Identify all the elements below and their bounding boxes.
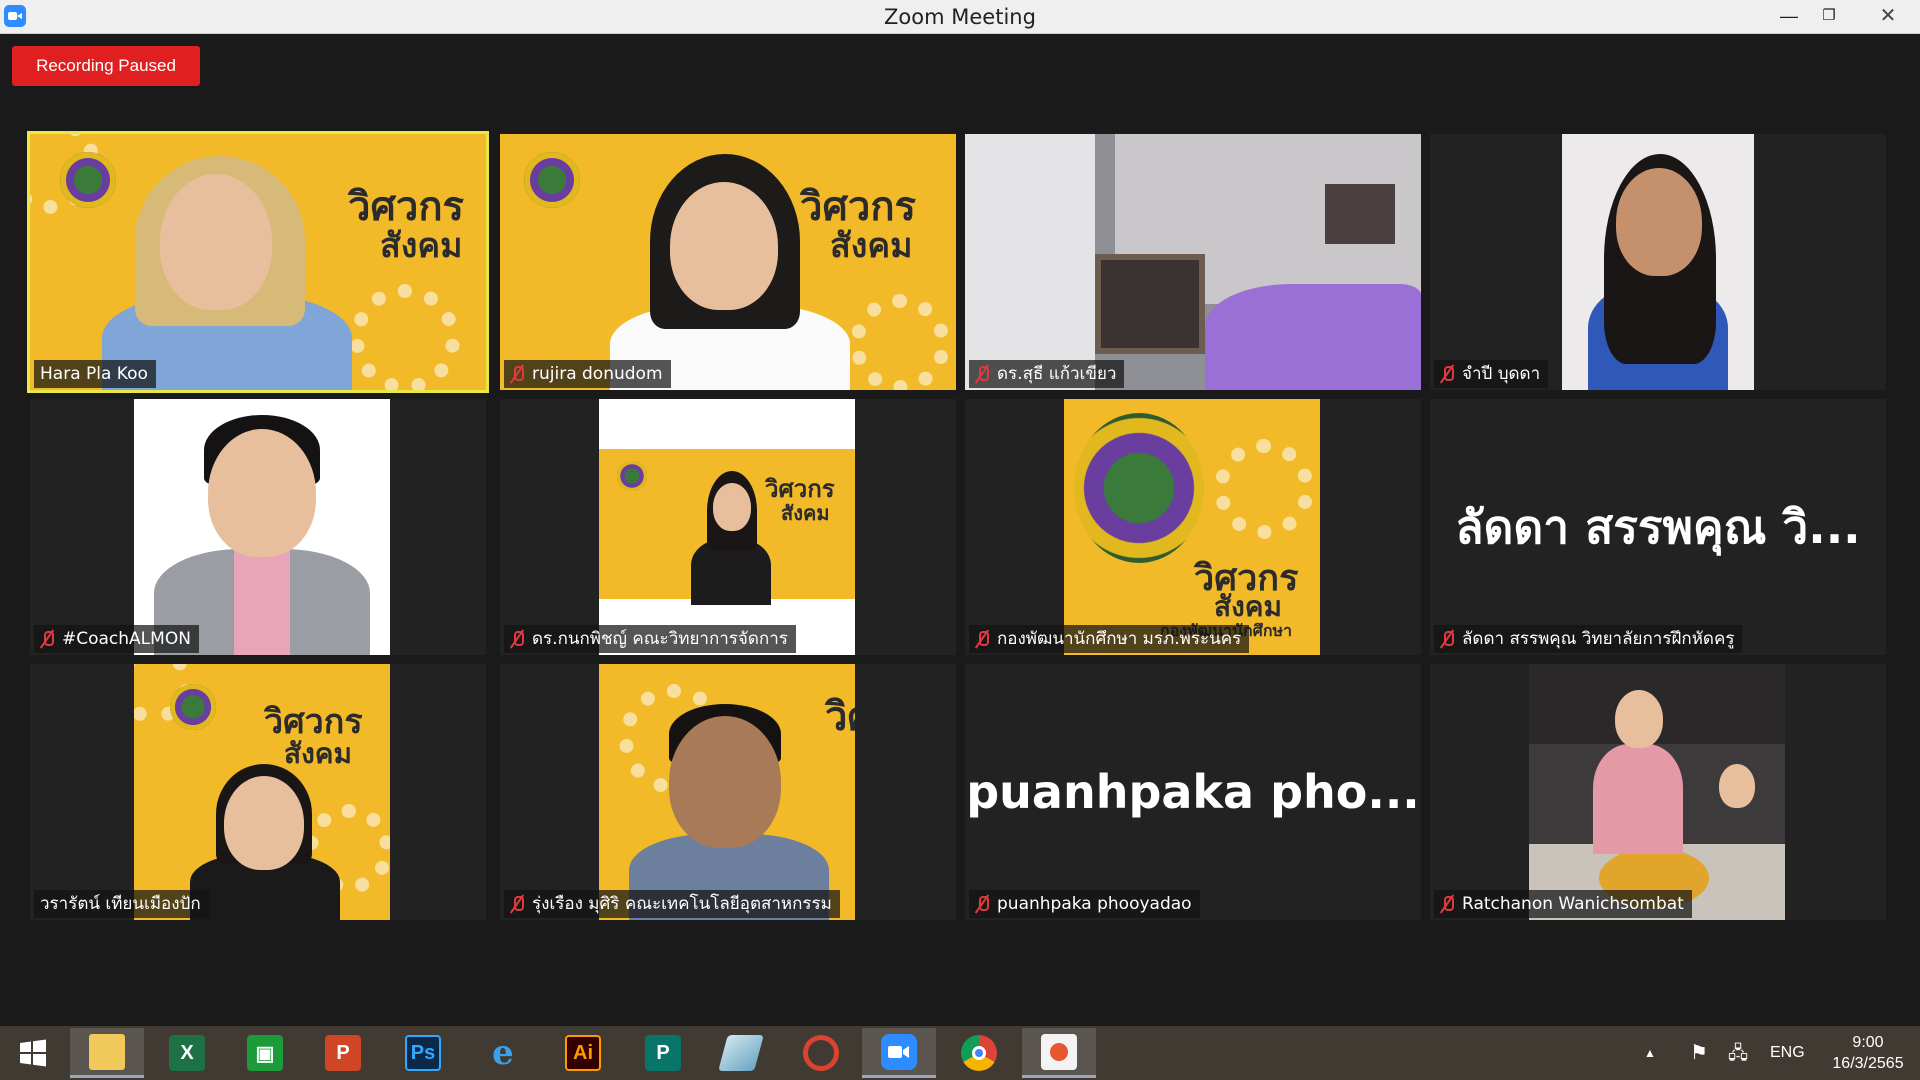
clock-time: 9:00 (1852, 1034, 1884, 1051)
notes-icon (718, 1035, 764, 1071)
taskbar-file-explorer[interactable] (70, 1028, 144, 1078)
participant-name-label: puanhpaka phooyadao (969, 890, 1200, 918)
university-logo (524, 152, 580, 208)
internet-explorer-icon: e (492, 1033, 514, 1073)
participant-tile[interactable]: วิศวกร สังคม กองพัฒนานักศึกษา กองพัฒนานั… (965, 399, 1421, 655)
taskbar-zoom[interactable] (862, 1028, 936, 1078)
publisher-icon: P (645, 1035, 681, 1071)
mic-muted-icon (40, 630, 54, 648)
university-logo (60, 152, 116, 208)
participant-tile[interactable]: วิศวกร สังคม ดร.กนกพิชญ์ คณะวิทยาการจัดก… (500, 399, 956, 655)
participant-tile[interactable]: Ratchanon Wanichsombat (1430, 664, 1886, 920)
meeting-gallery: Recording Paused วิศวกร สังคม Hara Pla K… (0, 34, 1920, 1026)
participant-video: วิศวกร สังคม (599, 399, 855, 655)
taskbar-excel[interactable]: X (150, 1028, 224, 1078)
taskbar-chrome[interactable] (942, 1028, 1016, 1078)
photoscape-icon (803, 1035, 839, 1071)
participant-tile[interactable]: puanhpaka pho... puanhpaka phooyadao (965, 664, 1421, 920)
participant-video (1562, 134, 1754, 390)
participant-display-name: puanhpaka pho... (966, 765, 1420, 819)
taskbar-photoshop[interactable]: Ps (386, 1028, 460, 1078)
chrome-icon (961, 1035, 997, 1071)
participant-tile[interactable]: ลัดดา สรรพคุณ วิ... ลัดดา สรรพคุณ วิทยาล… (1430, 399, 1886, 655)
store-icon: ▣ (247, 1035, 283, 1071)
mic-muted-icon (510, 895, 524, 913)
taskbar-internet-explorer[interactable]: e (466, 1028, 540, 1078)
participant-name-label: #CoachALMON (34, 625, 199, 653)
participant-video: วิศวกร สังคม กองพัฒนานักศึกษา (1064, 399, 1320, 655)
university-logo (617, 461, 647, 491)
participant-name-label: จำปี บุดดา (1434, 360, 1549, 388)
mic-muted-icon (1440, 630, 1454, 648)
participant-display-name: ลัดดา สรรพคุณ วิ... (1455, 499, 1861, 554)
participant-video (134, 399, 390, 655)
taskbar-photoscape[interactable] (784, 1028, 858, 1078)
image-viewer-icon (1041, 1033, 1077, 1070)
participant-name-label: Ratchanon Wanichsombat (1434, 890, 1692, 918)
title-bar: Zoom Meeting — ❐ ✕ (0, 0, 1920, 34)
participant-video: วิศวกร สังคม (30, 134, 486, 390)
mic-muted-icon (1440, 895, 1454, 913)
participant-tile[interactable]: #CoachALMON (30, 399, 486, 655)
participant-tile[interactable]: วิศวกร รุ่งเรือง มุศิริ คณะเทคโนโลยีอุตส… (500, 664, 956, 920)
participant-tile[interactable]: ดร.สุธี แก้วเขียว (965, 134, 1421, 390)
mic-muted-icon (975, 895, 989, 913)
participant-name-label: วรารัตน์ เทียนเมืองปัก (34, 890, 209, 918)
participant-video (965, 134, 1421, 390)
participant-name-label: รุ่งเรือง มุศิริ คณะเทคโนโลยีอุตสาหกรรม (504, 890, 840, 918)
mic-muted-icon (975, 630, 989, 648)
clock-date: 16/3/2565 (1832, 1055, 1904, 1072)
window-title: Zoom Meeting (884, 5, 1036, 29)
taskbar-illustrator[interactable]: Ai (546, 1028, 620, 1078)
university-logo (170, 684, 216, 730)
taskbar-image-viewer[interactable] (1022, 1028, 1096, 1078)
participant-name-label: ดร.กนกพิชญ์ คณะวิทยาการจัดการ (504, 625, 796, 653)
participant-video: วิศวกร สังคม (500, 134, 956, 390)
taskbar-store[interactable]: ▣ (228, 1028, 302, 1078)
participant-name-label: ดร.สุธี แก้วเขียว (969, 360, 1125, 388)
participant-tile[interactable]: วิศวกร สังคม rujira donudom (500, 134, 956, 390)
participant-name-label: กองพัฒนานักศึกษา มรภ.พระนคร (969, 625, 1250, 653)
participant-name-label: rujira donudom (504, 360, 671, 388)
close-button[interactable]: ✕ (1856, 0, 1920, 34)
language-indicator[interactable]: ENG (1770, 1026, 1805, 1080)
file-explorer-icon (89, 1033, 125, 1070)
restore-button[interactable]: ❐ (1806, 0, 1852, 34)
excel-icon: X (169, 1035, 205, 1071)
taskbar-clock[interactable]: 9:00 16/3/2565 (1820, 1032, 1916, 1074)
participant-name-label: ลัดดา สรรพคุณ วิทยาลัยการฝึกหัดครู (1434, 625, 1743, 653)
participant-tile[interactable]: จำปี บุดดา (1430, 134, 1886, 390)
taskbar: X ▣ P Ps e Ai P ▲ ⚑ 🖧 ENG 9:00 16/3/2565 (0, 1026, 1920, 1080)
start-button[interactable] (0, 1028, 66, 1078)
action-center-flag-icon[interactable]: ⚑ (1690, 1026, 1708, 1080)
recording-status-badge[interactable]: Recording Paused (12, 46, 200, 86)
mic-muted-icon (975, 365, 989, 383)
mic-muted-icon (510, 365, 524, 383)
participant-video (1529, 664, 1785, 920)
participant-tile[interactable]: วิศวกร สังคม Hara Pla Koo (27, 131, 489, 393)
photoshop-icon: Ps (405, 1035, 441, 1071)
mic-muted-icon (510, 630, 524, 648)
university-logo (1074, 413, 1204, 563)
participant-video: วิศวกร (599, 664, 855, 920)
participant-name-label: Hara Pla Koo (34, 360, 156, 388)
participant-tile[interactable]: วิศวกร สังคม วรารัตน์ เทียนเมืองปัก (30, 664, 486, 920)
participant-video: วิศวกร สังคม (134, 664, 390, 920)
zoom-icon (881, 1033, 917, 1070)
windows-icon (20, 1039, 46, 1067)
taskbar-publisher[interactable]: P (626, 1028, 700, 1078)
network-icon[interactable]: 🖧 (1728, 1026, 1748, 1080)
powerpoint-icon: P (325, 1035, 361, 1071)
mic-muted-icon (1440, 365, 1454, 383)
taskbar-powerpoint[interactable]: P (306, 1028, 380, 1078)
taskbar-notes[interactable] (704, 1028, 778, 1078)
tray-overflow-chevron-icon[interactable]: ▲ (1644, 1026, 1656, 1080)
illustrator-icon: Ai (565, 1035, 601, 1071)
